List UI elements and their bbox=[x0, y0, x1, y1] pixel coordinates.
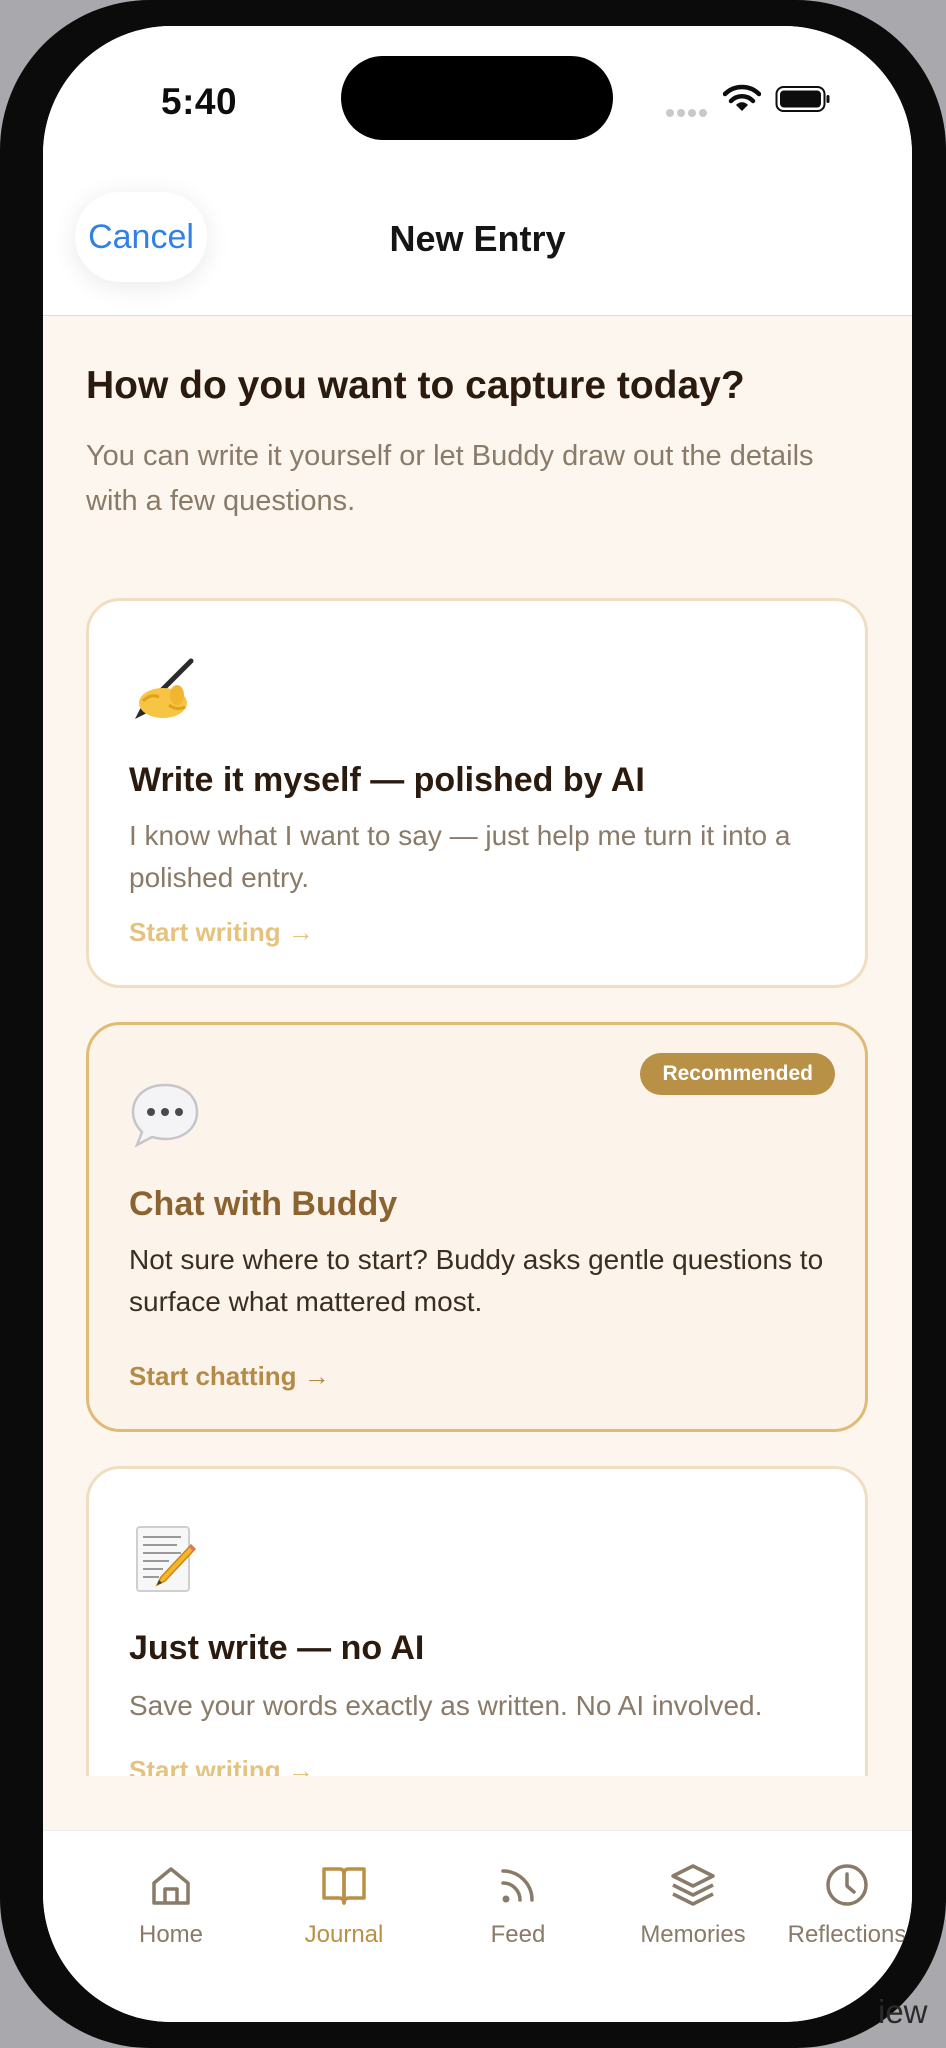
option-title: Chat with Buddy bbox=[129, 1185, 398, 1223]
capture-subtext: You can write it yourself or let Buddy d… bbox=[86, 440, 814, 517]
side-label: iew bbox=[878, 1993, 928, 2030]
screen: 5:40 Cancel New Entry How do you want to… bbox=[43, 26, 912, 2022]
writing-hand-icon bbox=[135, 658, 194, 719]
tab-reflections[interactable]: Reflections bbox=[782, 1861, 912, 1949]
tab-home[interactable]: Home bbox=[86, 1861, 256, 1949]
navigation-bar: Cancel New Entry bbox=[43, 174, 912, 316]
tab-label: Feed bbox=[490, 1921, 546, 1948]
tab-bar: Home Journal Feed Memories Reflections bbox=[43, 1830, 912, 2022]
tab-label: Memories bbox=[640, 1921, 746, 1948]
dynamic-island bbox=[341, 56, 613, 140]
house-icon bbox=[152, 1867, 190, 1905]
rss-icon bbox=[501, 1869, 534, 1903]
option-card-chat-buddy[interactable]: Recommended Chat with Buddy Not sure whe… bbox=[86, 1022, 868, 1432]
memo-icon bbox=[136, 1526, 197, 1592]
start-writing-link[interactable]: Start writing → bbox=[129, 917, 314, 948]
speech-bubble-icon bbox=[131, 1083, 199, 1148]
tab-label: Journal bbox=[304, 1921, 384, 1948]
option-title: Write it myself — polished by AI bbox=[129, 761, 645, 799]
main-content[interactable]: How do you want to capture today? You ca… bbox=[43, 316, 912, 1776]
layers-icon bbox=[671, 1864, 715, 1906]
start-writing-link[interactable]: Start writing → bbox=[129, 1755, 314, 1776]
device-frame: 5:40 Cancel New Entry How do you want to… bbox=[0, 0, 946, 2048]
tab-journal[interactable]: Journal bbox=[259, 1861, 429, 1949]
option-description: Not sure where to start? Buddy asks gent… bbox=[129, 1244, 824, 1317]
status-bar: 5:40 bbox=[43, 26, 912, 174]
tab-feed[interactable]: Feed bbox=[433, 1861, 603, 1949]
battery-icon bbox=[775, 86, 830, 112]
tab-memories[interactable]: Memories bbox=[608, 1861, 778, 1949]
option-description: Save your words exactly as written. No A… bbox=[129, 1690, 763, 1721]
open-book-icon bbox=[322, 1867, 366, 1905]
signal-dots-icon bbox=[666, 104, 710, 117]
recommended-badge: Recommended bbox=[640, 1053, 835, 1095]
option-card-just-write[interactable]: Just write — no AI Save your words exact… bbox=[86, 1466, 868, 1776]
status-time: 5:40 bbox=[161, 81, 238, 122]
option-title: Just write — no AI bbox=[129, 1629, 425, 1667]
tab-label: Home bbox=[138, 1921, 204, 1948]
page-title: New Entry bbox=[389, 218, 566, 259]
option-description: I know what I want to say — just help me… bbox=[129, 820, 791, 893]
option-card-write-polished[interactable]: Write it myself — polished by AI I know … bbox=[86, 598, 868, 988]
clock-icon bbox=[826, 1864, 868, 1906]
wifi-icon bbox=[723, 84, 761, 111]
tab-label: Reflections bbox=[787, 1921, 907, 1948]
start-chatting-link[interactable]: Start chatting → bbox=[129, 1361, 330, 1392]
capture-heading: How do you want to capture today? bbox=[86, 364, 745, 407]
